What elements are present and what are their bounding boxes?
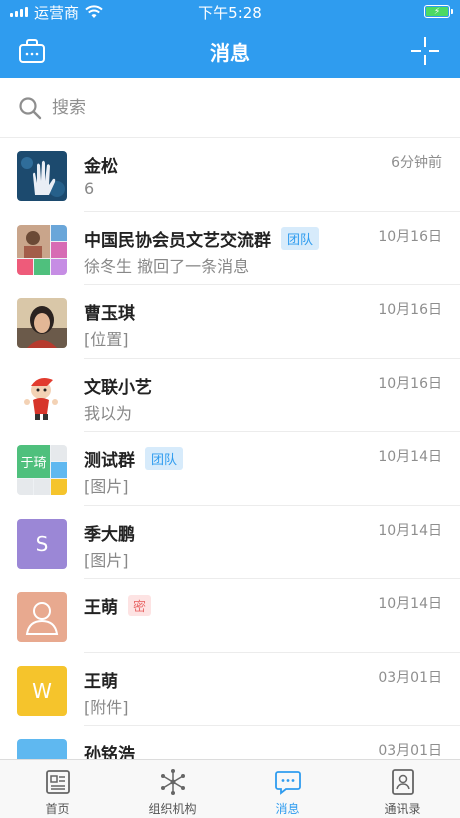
conversation-row[interactable]: 金松 6 6分钟前 (0, 138, 460, 212)
message-preview: [图片] (84, 550, 129, 570)
contact-name: 王萌 (84, 598, 118, 618)
navigation-bar: 消息 (0, 24, 460, 78)
tab-bar: 首页 组织机构 消息 通讯录 (0, 759, 460, 818)
home-icon (45, 770, 70, 794)
conversation-row[interactable]: 文联小艺 我以为 10月16日 (0, 359, 460, 432)
message-preview: [附件] (84, 697, 129, 717)
conversation-row[interactable]: W 王萌 [附件] 03月01日 (0, 653, 460, 726)
contact-name: 曹玉琪 (84, 304, 135, 324)
contacts-icon (391, 769, 414, 795)
briefcase-icon[interactable] (18, 37, 46, 65)
group-name: 测试群 (84, 451, 135, 471)
message-preview: [位置] (84, 330, 129, 349)
battery-icon: ⚡ (424, 5, 453, 18)
message-preview: 我以为 (84, 403, 133, 423)
organization-icon (160, 769, 185, 795)
group-member-tile: 于琦 (17, 445, 50, 478)
letter-avatar: S (17, 518, 67, 569)
message-icon (274, 771, 301, 795)
tab-label: 消息 (275, 802, 300, 816)
conversation-row[interactable]: 曹玉琪 [位置] 10月16日 (0, 285, 460, 359)
conversation-row[interactable]: S 季大鹏 [图片] 10月14日 (0, 506, 460, 579)
avatar (17, 298, 67, 348)
message-list: 金松 6 6分钟前 中国民协会员文艺交流群 团队 徐冬生 撤回了一条消息 10月… (0, 138, 460, 759)
message-preview: 6 (84, 179, 95, 198)
group-avatar (17, 224, 67, 275)
default-avatar (17, 592, 67, 642)
contact-name: 王萌 (84, 671, 118, 692)
group-avatar: 于琦 (17, 445, 67, 495)
message-time: 10月16日 (378, 302, 442, 318)
contact-name: 文联小艺 (84, 377, 152, 398)
tab-label: 通讯录 (384, 802, 421, 816)
group-name: 中国民协会员文艺交流群 (84, 230, 271, 251)
avatar-letter: S (35, 531, 49, 556)
message-time: 10月14日 (378, 449, 442, 465)
message-time: 6分钟前 (391, 155, 442, 171)
app-header: 运营商 下午5:28 ⚡ 消息 (0, 0, 460, 78)
add-icon[interactable] (410, 36, 440, 66)
contact-name: 孙铭浩 (84, 745, 135, 759)
avatar-letter: W (32, 678, 52, 703)
search-input[interactable] (52, 97, 412, 118)
search-icon (19, 96, 42, 119)
tab-label: 首页 (45, 802, 70, 816)
conversation-row[interactable]: 王萌 密 10月14日 (0, 579, 460, 653)
team-badge: 团队 (281, 226, 320, 250)
conversation-row[interactable]: 孙铭浩 03月01日 (0, 726, 460, 759)
tab-messages[interactable]: 消息 (230, 760, 345, 818)
message-time: 03月01日 (378, 669, 442, 686)
status-bar: 运营商 下午5:28 ⚡ (0, 0, 460, 24)
tab-label: 组织机构 (148, 802, 197, 816)
message-preview: 徐冬生 撤回了一条消息 (84, 256, 250, 276)
message-preview: [图片] (84, 477, 129, 496)
team-badge: 团队 (145, 447, 184, 470)
letter-avatar: W (17, 665, 67, 716)
message-time: 10月14日 (378, 522, 442, 539)
contact-name: 金松 (84, 157, 118, 177)
conversation-row[interactable]: 于琦 测试群 团队 [图片] 10月14日 (0, 432, 460, 506)
letter-avatar (17, 739, 67, 759)
tab-home[interactable]: 首页 (0, 760, 115, 818)
avatar (17, 151, 67, 201)
contact-name: 季大鹏 (84, 524, 135, 545)
person-icon (25, 602, 59, 635)
message-time: 10月16日 (378, 228, 442, 245)
message-time: 10月14日 (378, 596, 442, 612)
tab-contacts[interactable]: 通讯录 (345, 760, 460, 818)
page-title: 消息 (210, 40, 250, 65)
message-time: 10月16日 (378, 375, 442, 392)
secret-badge: 密 (128, 595, 152, 616)
status-time: 下午5:28 (198, 3, 262, 22)
mascot-avatar (17, 371, 67, 422)
tab-organization[interactable]: 组织机构 (115, 760, 230, 818)
message-time: 03月01日 (378, 743, 442, 759)
search-bar[interactable] (0, 78, 460, 138)
conversation-row[interactable]: 中国民协会员文艺交流群 团队 徐冬生 撤回了一条消息 10月16日 (0, 212, 460, 285)
